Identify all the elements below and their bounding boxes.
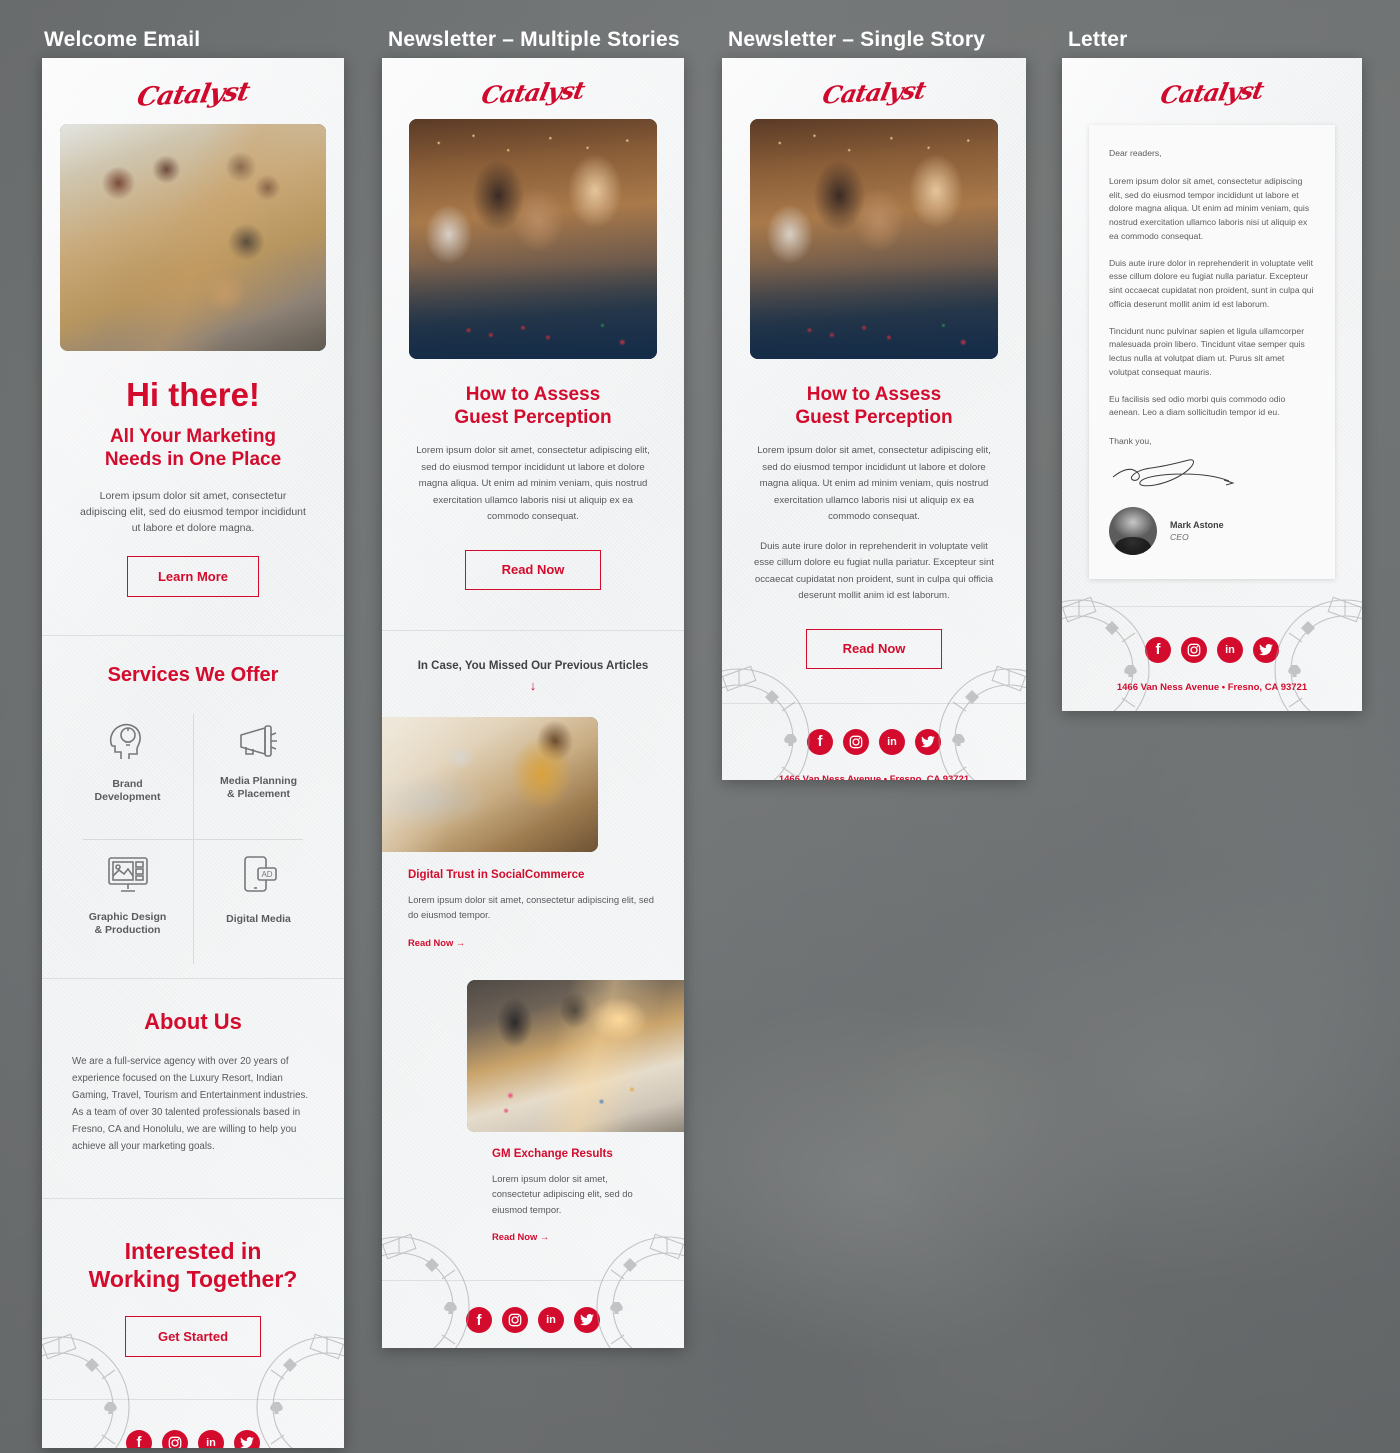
service-label: Brand [112,777,143,790]
read-now-button[interactable]: Read Now [465,549,601,590]
service-label: Graphic Design [88,910,167,923]
cta-headline-line2: Working Together? [88,1265,298,1292]
letter-paragraph-4: Eu facilisis sed odio morbi quis commodo… [1109,393,1286,418]
social-links: f in [382,1307,684,1334]
service-label: Media Planning [219,774,297,787]
article-headline-line1: How to Assess [465,384,601,405]
letter-card: Dear readers, Lorem ipsum dolor sit amet… [1089,125,1335,579]
hero-image-casino [750,119,998,359]
brand-logo: Catalyst [820,75,928,110]
facebook-icon[interactable]: f [1145,636,1171,663]
article-title[interactable]: Digital Trust in SocialCommerce [408,869,658,881]
linkedin-icon[interactable]: in [198,1429,224,1448]
signature-block: Mark Astone CEO [1109,506,1315,555]
panel-letter: Catalyst Dear readers, Lorem ipsum dolor… [1062,58,1362,711]
service-media-planning[interactable]: Media Planning & Placement [193,710,324,835]
facebook-icon[interactable]: f [807,728,833,755]
learn-more-button[interactable]: Learn More [127,556,259,598]
letter-closing: Thank you, [1109,436,1152,446]
instagram-icon[interactable] [502,1307,528,1334]
brand-logo: Catalyst [1158,75,1266,110]
social-links: f in [42,1429,344,1448]
mobile-ad-icon: AD [243,856,277,892]
facebook-icon[interactable]: f [466,1307,492,1334]
label-newsletter-single: Newsletter – Single Story [728,28,986,51]
panel-newsletter-single: Catalyst How to Assess Guest Perception … [722,58,1026,780]
welcome-headline: Hi there! [126,376,260,413]
letter-salutation: Dear readers, [1109,148,1162,158]
letter-paragraph-1: Lorem ipsum dolor sit amet, consectetur … [1109,175,1310,241]
head-lightbulb-icon [109,723,141,759]
article-body-p2: Duis aute irure dolor in reprehenderit i… [754,540,994,602]
service-graphic-design[interactable]: Graphic Design & Production [62,835,193,968]
letter-paragraph-2: Duis aute irure dolor in reprehenderit i… [1109,257,1314,309]
linkedin-icon[interactable]: in [879,728,905,755]
service-label-2: & Placement [226,787,291,800]
footer-address: 1466 Van Ness Avenue • Fresno, CA 93721 [778,773,970,780]
twitter-icon[interactable] [234,1429,260,1448]
hero-image-office [60,124,326,351]
twitter-icon[interactable] [915,728,941,755]
brand-logo: Catalyst [134,77,252,113]
article-excerpt: Lorem ipsum dolor sit amet, consectetur … [492,1172,633,1215]
signer-role: CEO [1170,531,1189,542]
facebook-icon[interactable]: f [126,1429,152,1448]
instagram-icon[interactable] [843,728,869,755]
label-letter: Letter [1068,28,1128,51]
article-headline-line2: Guest Perception [454,407,612,429]
article-body-p1: Lorem ipsum dolor sit amet, consectetur … [757,445,991,523]
hero-image-casino [409,119,657,359]
brand-logo: Catalyst [479,75,587,110]
instagram-icon[interactable] [1181,636,1207,663]
read-now-button[interactable]: Read Now [806,628,942,669]
footer-address: 1466 Van Ness Avenue • Fresno, CA 93721 [1116,681,1308,693]
previous-articles-title: In Case, You Missed Our Previous Article… [417,659,649,672]
welcome-intro-text: Lorem ipsum dolor sit amet, consectetur … [80,489,306,535]
article-read-now-link[interactable]: Read Now → [408,937,658,948]
svg-text:AD: AD [261,870,272,879]
article-body: Lorem ipsum dolor sit amet, consectetur … [416,445,650,523]
service-digital-media[interactable]: AD Digital Media [193,835,324,968]
service-label: Digital Media [226,912,291,925]
poker-chip-decoration-right [938,665,1026,780]
services-grid: Brand Development Media Planning & Place… [62,710,324,968]
article-read-now-link[interactable]: Read Now → [492,1231,658,1242]
about-body: We are a full-service agency with over 2… [72,1055,309,1153]
signer-name: Mark Astone [1170,519,1224,530]
down-arrow-icon: ↓ [529,677,537,693]
linkedin-icon[interactable]: in [538,1307,564,1334]
article-headline-line1: How to Assess [806,384,942,405]
poker-chip-decoration-left [722,665,810,780]
linkedin-icon[interactable]: in [1217,636,1243,663]
article-excerpt: Lorem ipsum dolor sit amet, consectetur … [408,893,654,921]
welcome-subhead-line1: All Your Marketing [109,426,277,448]
article-image-social-commerce[interactable] [382,716,598,852]
label-welcome-email: Welcome Email [44,28,201,51]
about-title: About Us [144,1008,242,1034]
service-brand-development[interactable]: Brand Development [62,710,193,835]
panel-welcome-email: Catalyst Hi there! All Your Marketing Ne… [42,58,344,1448]
signature-icon [1112,459,1235,487]
service-label-2: & Production [94,923,161,936]
megaphone-icon [239,725,277,757]
monitor-image-icon [107,857,148,892]
letter-paragraph-3: Tincidunt nunc pulvinar sapien et ligula… [1109,325,1305,377]
cta-headline-line1: Interested in [124,1237,262,1264]
article-headline-line2: Guest Perception [795,407,953,429]
services-title: Services We Offer [107,664,279,687]
social-links: f in [722,728,1026,755]
twitter-icon[interactable] [1253,636,1279,663]
welcome-subhead-line2: Needs in One Place [104,449,282,471]
get-started-button[interactable]: Get Started [125,1315,261,1357]
article-title[interactable]: GM Exchange Results [492,1148,658,1160]
social-links: f in [1062,636,1362,663]
service-label-2: Development [94,790,161,803]
label-newsletter-multiple: Newsletter – Multiple Stories [388,28,680,51]
panel-newsletter-multiple: Catalyst How to Assess Guest Perception … [382,58,684,1348]
twitter-icon[interactable] [574,1307,600,1334]
avatar [1109,506,1157,555]
instagram-icon[interactable] [162,1429,188,1448]
article-image-gm-exchange[interactable] [467,979,684,1132]
